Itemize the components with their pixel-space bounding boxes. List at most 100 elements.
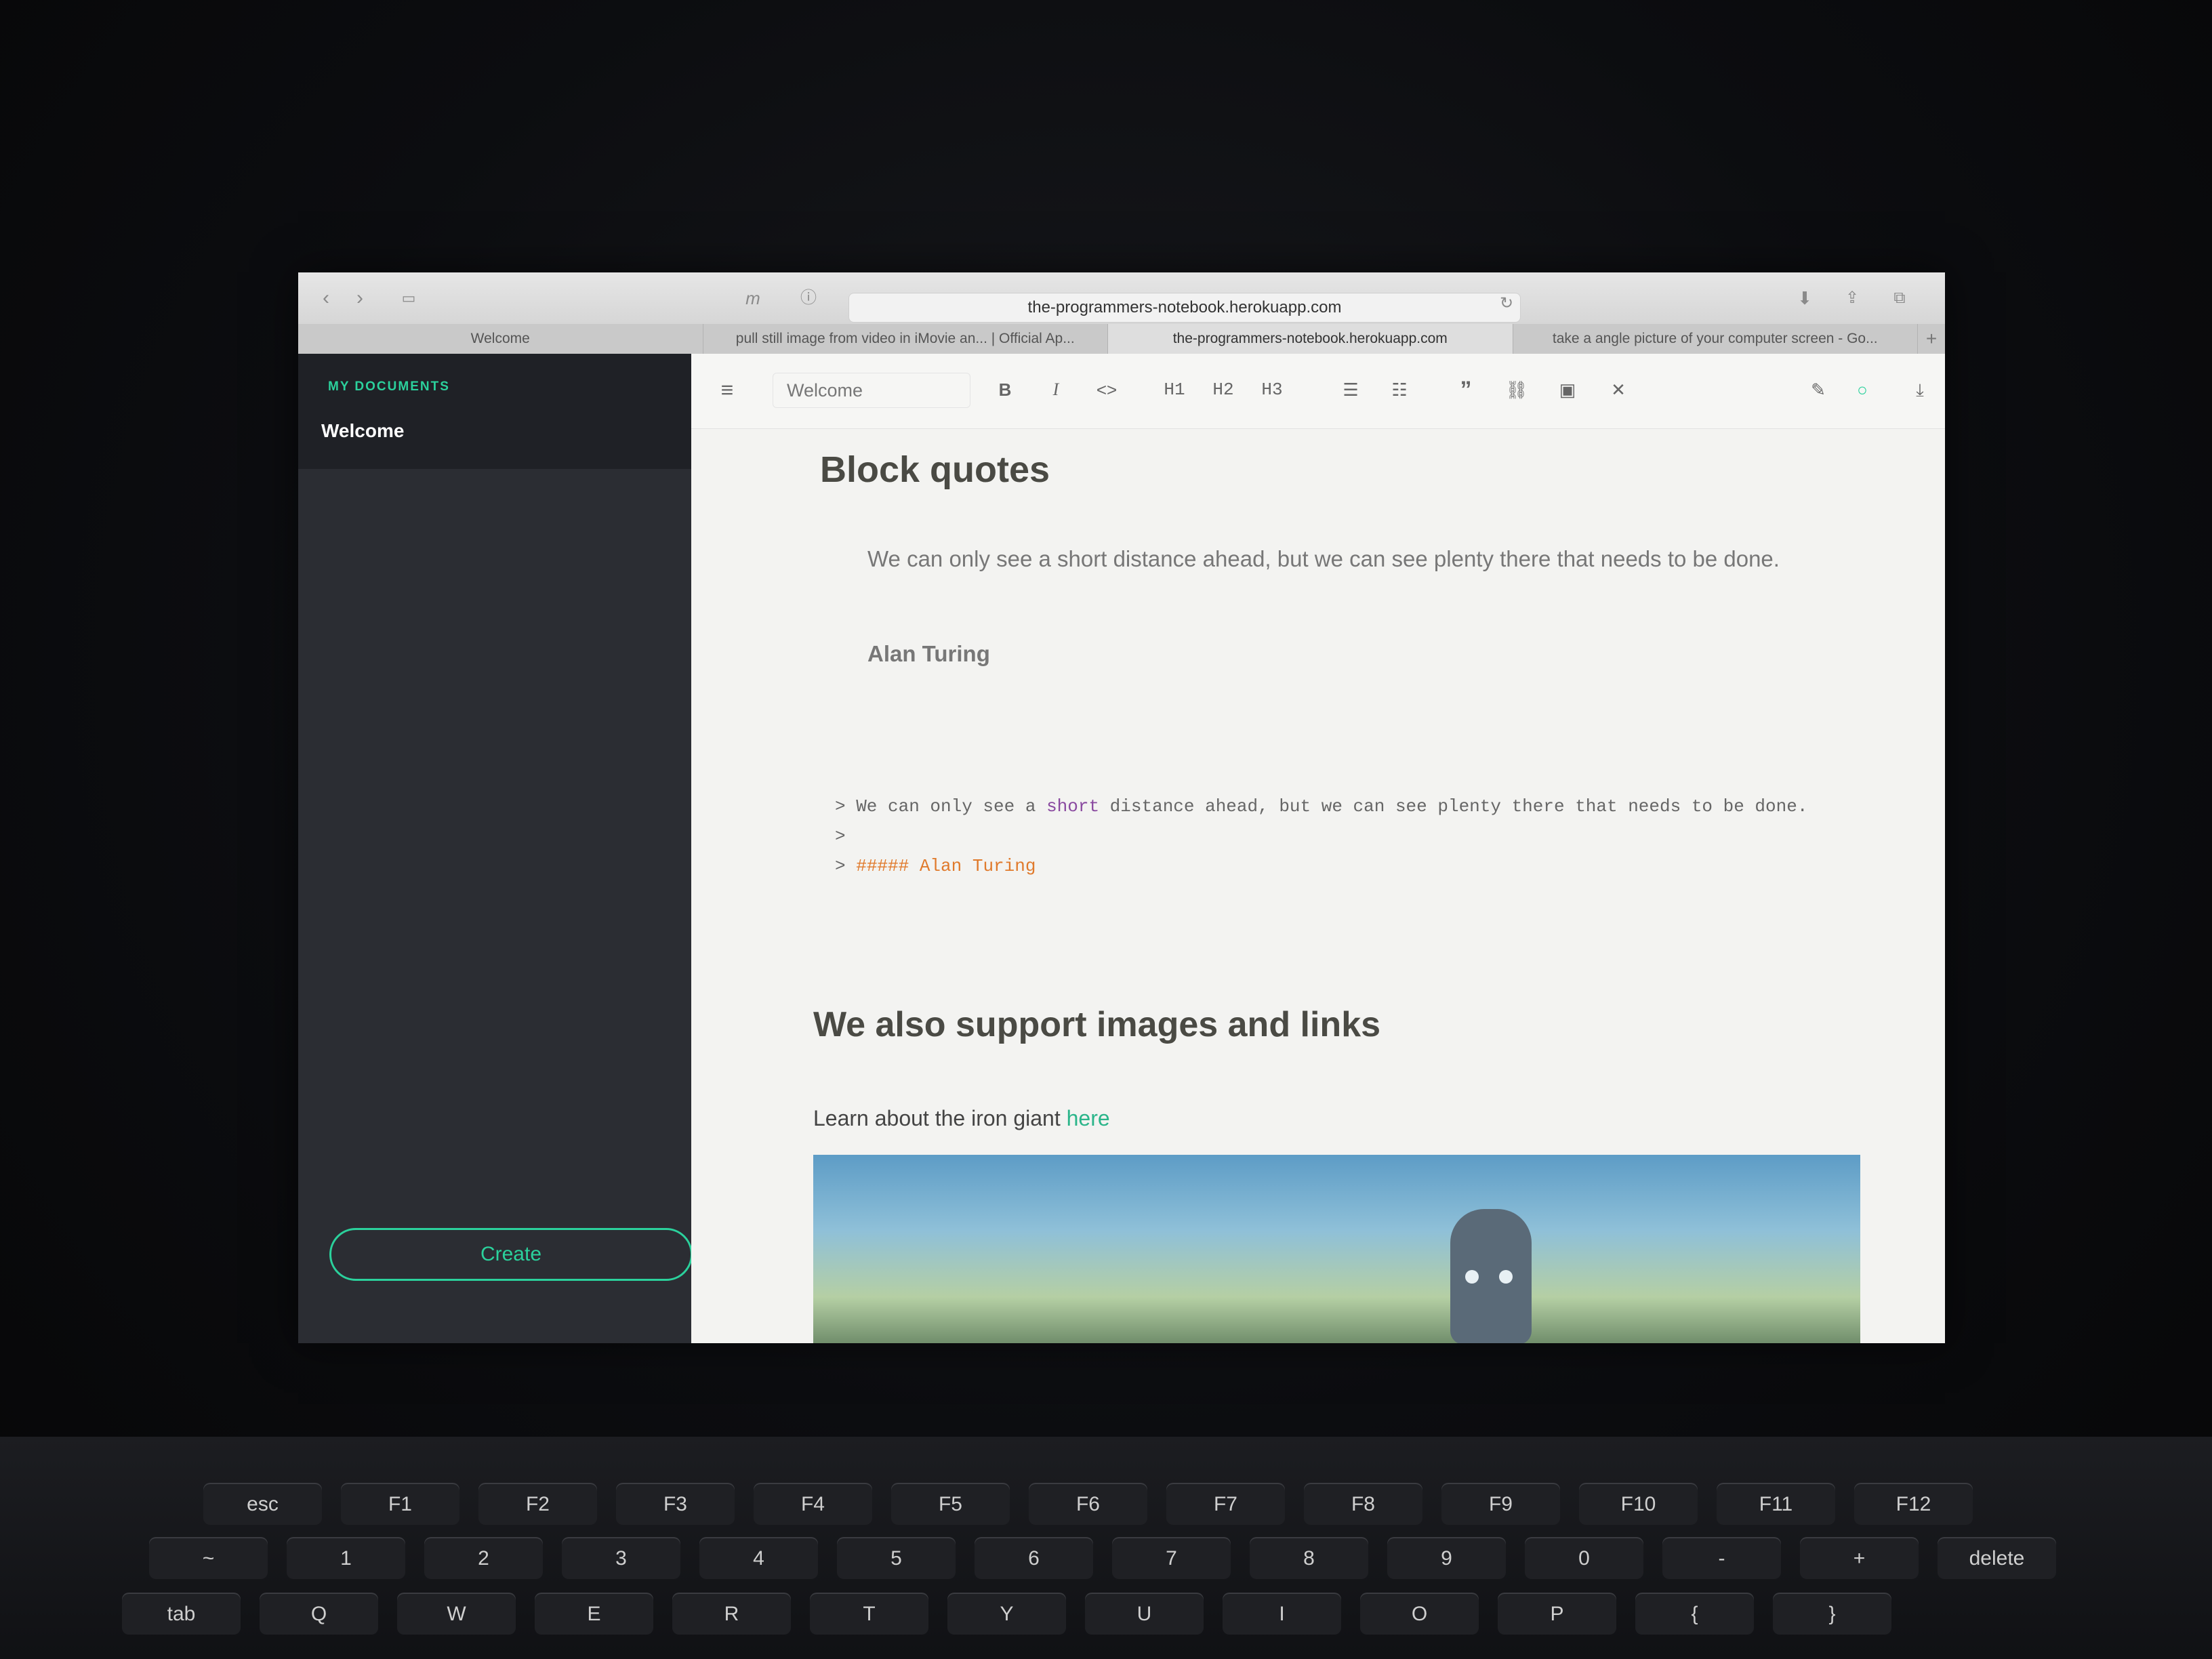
key[interactable]: 8 — [1250, 1538, 1368, 1579]
key[interactable]: Q — [260, 1594, 378, 1635]
key[interactable]: 2 — [424, 1538, 543, 1579]
key[interactable]: ~ — [149, 1538, 268, 1579]
document-name-field[interactable]: Welcome — [773, 373, 970, 408]
share-icon[interactable]: ⇪ — [1837, 286, 1868, 310]
rendered-quote-author: Alan Turing — [867, 641, 990, 666]
menu-icon[interactable]: ≡ — [712, 374, 743, 405]
code-line: > We can only see a — [835, 796, 1047, 817]
code-button[interactable]: <> — [1091, 374, 1122, 405]
italic-button[interactable]: I — [1040, 374, 1071, 405]
reload-icon[interactable]: ↻ — [1491, 291, 1522, 316]
key[interactable]: 4 — [699, 1538, 818, 1579]
key[interactable]: 3 — [562, 1538, 680, 1579]
tab-imovie[interactable]: pull still image from video in iMovie an… — [703, 324, 1108, 354]
key[interactable]: T — [810, 1594, 928, 1635]
key[interactable]: + — [1800, 1538, 1919, 1579]
back-icon[interactable]: ‹ — [310, 286, 342, 310]
downloads-icon[interactable]: ⬇ — [1789, 286, 1820, 310]
h2-button[interactable]: H2 — [1208, 374, 1239, 405]
editor-toolbar: ≡ Welcome B I <> H1 H2 H3 ☰ ☷ ” ⛓ ▣ ✕ ✎ … — [691, 354, 1945, 429]
sidebar: MY DOCUMENTS Welcome Create — [298, 354, 693, 1343]
key[interactable]: delete — [1938, 1538, 2056, 1579]
key[interactable]: F12 — [1854, 1484, 1973, 1525]
keyboard: esc F1 F2 F3 F4 F5 F6 F7 F8 F9 F10 F11 F… — [0, 1437, 2212, 1659]
quote-button[interactable]: ” — [1450, 374, 1481, 405]
info-icon[interactable]: ⓘ — [793, 286, 824, 310]
bullet-list-icon[interactable]: ☰ — [1335, 374, 1366, 405]
h3-button[interactable]: H3 — [1256, 374, 1288, 405]
address-bar[interactable]: the-programmers-notebook.herokuapp.com — [848, 293, 1521, 323]
robot-eye — [1499, 1270, 1513, 1284]
key[interactable]: O — [1360, 1594, 1479, 1635]
key[interactable]: F9 — [1441, 1484, 1560, 1525]
paragraph-text: Learn about the iron giant — [813, 1106, 1067, 1130]
heading-block-quotes: Block quotes — [820, 449, 1050, 490]
clear-format-icon[interactable]: ✕ — [1603, 374, 1634, 405]
key[interactable]: F10 — [1579, 1484, 1698, 1525]
code-line: > — [835, 856, 857, 876]
key[interactable]: esc — [203, 1484, 322, 1525]
download-icon[interactable]: ⤓ — [1904, 374, 1936, 405]
tab-notebook[interactable]: the-programmers-notebook.herokuapp.com — [1108, 324, 1513, 354]
editor: ≡ Welcome B I <> H1 H2 H3 ☰ ☷ ” ⛓ ▣ ✕ ✎ … — [691, 354, 1945, 1343]
key[interactable]: F6 — [1029, 1484, 1147, 1525]
preview-mode-icon[interactable]: ○ — [1847, 374, 1878, 405]
key[interactable]: F4 — [754, 1484, 872, 1525]
iron-giant-link[interactable]: here — [1067, 1106, 1110, 1130]
tab-google-search[interactable]: take a angle picture of your computer sc… — [1513, 324, 1918, 354]
key[interactable]: F11 — [1717, 1484, 1835, 1525]
key[interactable]: 5 — [837, 1538, 956, 1579]
iron-giant-image — [813, 1155, 1860, 1343]
code-keyword: short — [1046, 796, 1100, 817]
code-heading-marker: ##### Alan Turing — [856, 856, 1036, 876]
markdown-source-block: > We can only see a short distance ahead… — [835, 792, 1811, 881]
key[interactable]: F8 — [1304, 1484, 1422, 1525]
edit-mode-icon[interactable]: ✎ — [1803, 374, 1834, 405]
key[interactable]: F5 — [891, 1484, 1010, 1525]
key[interactable]: P — [1498, 1594, 1616, 1635]
numbered-list-icon[interactable]: ☷ — [1384, 374, 1415, 405]
key[interactable]: F7 — [1166, 1484, 1285, 1525]
key[interactable]: } — [1773, 1594, 1891, 1635]
tab-bar: Welcome pull still image from video in i… — [298, 324, 1945, 354]
keyboard-row-numbers: ~ 1 2 3 4 5 6 7 8 9 0 - + delete — [149, 1538, 2056, 1579]
key[interactable]: I — [1223, 1594, 1341, 1635]
rendered-quote-text: We can only see a short distance ahead, … — [867, 546, 1780, 571]
key[interactable]: 9 — [1387, 1538, 1506, 1579]
key[interactable]: F3 — [616, 1484, 735, 1525]
forward-icon[interactable]: › — [344, 286, 375, 310]
key[interactable]: 7 — [1112, 1538, 1231, 1579]
code-line: distance ahead, but we can see plenty th… — [1099, 796, 1808, 817]
key[interactable]: 0 — [1525, 1538, 1643, 1579]
h1-button[interactable]: H1 — [1159, 374, 1190, 405]
sidebar-toggle-icon[interactable]: ▭ — [393, 286, 424, 310]
new-tab-button[interactable]: + — [1918, 324, 1945, 354]
key[interactable]: U — [1085, 1594, 1204, 1635]
create-button[interactable]: Create — [329, 1228, 693, 1281]
key[interactable]: E — [535, 1594, 653, 1635]
keyboard-row-function: esc F1 F2 F3 F4 F5 F6 F7 F8 F9 F10 F11 F… — [203, 1484, 1973, 1525]
tabs-overview-icon[interactable]: ⧉ — [1884, 286, 1915, 310]
key[interactable]: 6 — [975, 1538, 1093, 1579]
laptop-screen: ‹ › ▭ m ⓘ the-programmers-notebook.herok… — [298, 272, 1945, 1343]
key[interactable]: 1 — [287, 1538, 405, 1579]
editor-content[interactable]: Block quotes We can only see a short dis… — [691, 428, 1945, 1343]
bold-button[interactable]: B — [989, 374, 1021, 405]
robot-figure — [1450, 1209, 1532, 1343]
sidebar-header: MY DOCUMENTS Welcome — [298, 354, 691, 469]
paragraph-iron-giant: Learn about the iron giant here — [813, 1106, 1110, 1131]
tab-welcome[interactable]: Welcome — [298, 324, 703, 354]
key[interactable]: Y — [947, 1594, 1066, 1635]
key[interactable]: F2 — [478, 1484, 597, 1525]
key[interactable]: W — [397, 1594, 516, 1635]
reader-icon[interactable]: m — [737, 286, 769, 310]
key[interactable]: - — [1662, 1538, 1781, 1579]
image-icon[interactable]: ▣ — [1552, 374, 1583, 405]
document-item-welcome[interactable]: Welcome — [321, 420, 404, 442]
key[interactable]: F1 — [341, 1484, 459, 1525]
key[interactable]: R — [672, 1594, 791, 1635]
code-line: > — [835, 826, 846, 846]
link-icon[interactable]: ⛓ — [1501, 374, 1532, 405]
key[interactable]: tab — [122, 1594, 241, 1635]
key[interactable]: { — [1635, 1594, 1754, 1635]
